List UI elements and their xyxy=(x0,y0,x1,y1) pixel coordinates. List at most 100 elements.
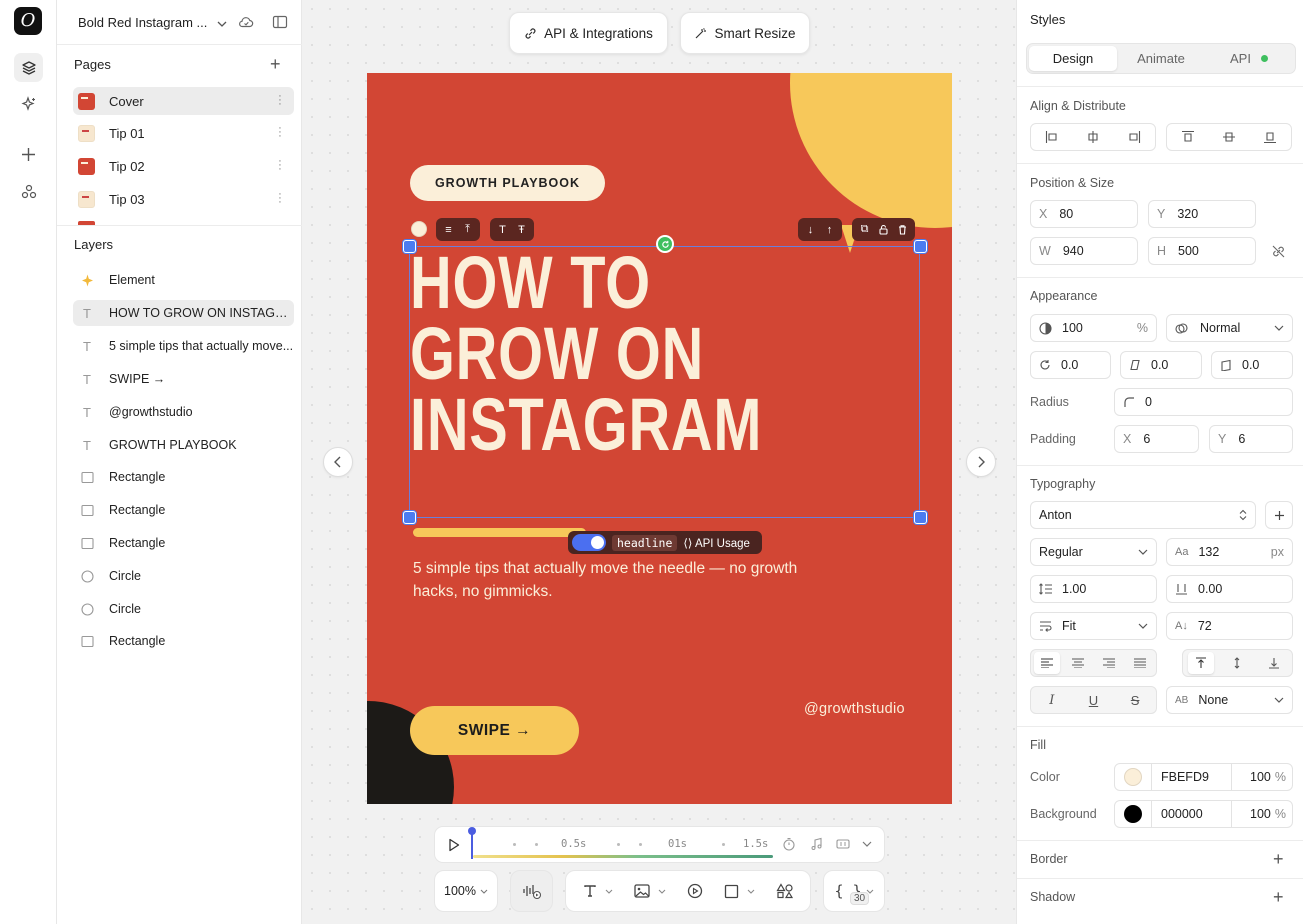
text-align-center-icon[interactable] xyxy=(1065,652,1091,674)
binding-key-chip[interactable]: headline xyxy=(612,534,678,551)
code-button[interactable]: { } 30 xyxy=(823,870,885,912)
unlink-ratio-icon[interactable] xyxy=(1271,244,1286,259)
opacity-field[interactable]: 100% xyxy=(1030,314,1157,342)
resize-handle-br[interactable] xyxy=(914,511,927,524)
layer-item[interactable]: T GROWTH PLAYBOOK xyxy=(73,432,294,458)
layer-item[interactable]: T @growthstudio xyxy=(73,399,294,425)
color-swatch-cell[interactable] xyxy=(1115,764,1152,790)
fill-color-field[interactable]: FBEFD9 100% xyxy=(1114,763,1293,791)
skew-x-field[interactable]: 0.0 xyxy=(1120,351,1202,379)
resize-handle-tr[interactable] xyxy=(914,240,927,253)
text-align-left-icon[interactable] xyxy=(1033,652,1060,674)
height-field[interactable]: H 500 xyxy=(1148,237,1256,265)
cloud-sync-icon[interactable] xyxy=(238,14,254,30)
align-right-icon[interactable] xyxy=(1121,126,1147,148)
text-strike-icon[interactable]: Ŧ xyxy=(515,223,528,236)
more-vertical-icon[interactable]: · · · xyxy=(278,91,282,110)
text-align-justify-icon[interactable] xyxy=(1127,652,1153,674)
sidebar-toggle-icon[interactable] xyxy=(272,14,288,30)
audio-button[interactable] xyxy=(510,870,553,912)
layers-icon[interactable] xyxy=(14,53,43,82)
skew-y-field[interactable]: 0.0 xyxy=(1211,351,1293,379)
trash-icon[interactable] xyxy=(896,223,909,236)
zoom-control[interactable]: 100% xyxy=(434,870,498,912)
color-opacity[interactable]: 100% xyxy=(1231,764,1292,790)
timeline[interactable]: 0.5s 01s 1.5s xyxy=(434,826,885,863)
resize-handle-bl[interactable] xyxy=(403,511,416,524)
y-field[interactable]: Y 320 xyxy=(1148,200,1256,228)
layer-item[interactable]: Circle xyxy=(73,563,294,589)
text-icon[interactable]: T xyxy=(496,223,509,236)
duplicate-icon[interactable]: ⧉ xyxy=(858,223,871,236)
layer-item[interactable]: T HOW TO GROW ON INSTAGRAM xyxy=(73,300,294,326)
underline-icon[interactable]: U xyxy=(1080,689,1106,711)
layer-item[interactable]: Rectangle xyxy=(73,464,294,490)
padding-y-field[interactable]: Y6 xyxy=(1209,425,1293,453)
align-left-icon[interactable] xyxy=(1039,126,1065,148)
yellow-circle[interactable] xyxy=(790,73,952,228)
vertical-align-middle-icon[interactable] xyxy=(1224,652,1250,674)
text-align-right-icon[interactable] xyxy=(1096,652,1122,674)
font-weight-select[interactable]: Regular xyxy=(1030,538,1157,566)
layer-item[interactable]: T 5 simple tips that actually move... xyxy=(73,333,294,359)
layer-item[interactable]: Circle xyxy=(73,596,294,622)
font-size-field[interactable]: Aa 132 px xyxy=(1166,538,1293,566)
page-item-tip-03[interactable]: Tip 03 · · · xyxy=(73,185,294,213)
text-fit-select[interactable]: Fit xyxy=(1030,612,1157,640)
page-item-tip-01[interactable]: Tip 01 · · · xyxy=(73,119,294,147)
selection-box[interactable] xyxy=(409,246,920,518)
align-bottom-icon[interactable] xyxy=(1257,126,1283,148)
app-logo[interactable]: O xyxy=(14,7,42,35)
padding-x-field[interactable]: X6 xyxy=(1114,425,1199,453)
background-color-field[interactable]: 000000 100% xyxy=(1114,800,1293,828)
resize-handle-tl[interactable] xyxy=(403,240,416,253)
width-field[interactable]: W 940 xyxy=(1030,237,1138,265)
align-center-h-icon[interactable] xyxy=(1080,126,1106,148)
color-opacity[interactable]: 100% xyxy=(1231,801,1292,827)
arrow-up-icon[interactable]: ↑ xyxy=(823,223,836,236)
sparkle-icon[interactable] xyxy=(14,89,43,118)
lock-icon[interactable] xyxy=(877,223,890,236)
video-play-icon[interactable] xyxy=(687,883,703,899)
page-item-tip-02[interactable]: Tip 02 · · · xyxy=(73,152,294,180)
next-page-button[interactable] xyxy=(966,447,996,477)
tab-api[interactable]: API xyxy=(1205,46,1293,71)
x-field[interactable]: X 80 xyxy=(1030,200,1138,228)
color-swatch-cell[interactable] xyxy=(1115,801,1152,827)
tab-design[interactable]: Design xyxy=(1029,46,1117,71)
rotate-handle-icon[interactable] xyxy=(656,235,674,253)
more-vertical-icon[interactable]: · · · xyxy=(278,156,282,175)
add-font-button[interactable] xyxy=(1265,501,1293,529)
font-family-select[interactable]: Anton xyxy=(1030,501,1256,529)
page-item-cover[interactable]: Cover · · · xyxy=(73,87,294,115)
line-height-field[interactable]: 1.00 xyxy=(1030,575,1157,603)
text-case-select[interactable]: AB None xyxy=(1166,686,1293,714)
handle-text[interactable]: @growthstudio xyxy=(804,701,905,717)
layer-item[interactable]: Rectangle xyxy=(73,497,294,523)
strikethrough-icon[interactable]: S xyxy=(1122,689,1148,711)
rotation-field[interactable]: 0.0 xyxy=(1030,351,1111,379)
api-integrations-button[interactable]: API & Integrations xyxy=(509,12,668,54)
italic-icon[interactable]: I xyxy=(1039,689,1065,711)
timer-icon[interactable] xyxy=(782,837,796,851)
growth-playbook-pill[interactable]: GROWTH PLAYBOOK xyxy=(410,165,605,201)
align-top-icon[interactable]: ⤒ xyxy=(461,223,474,236)
accent-bar[interactable] xyxy=(413,528,586,537)
add-border-icon[interactable]: + xyxy=(1273,850,1284,868)
image-tool[interactable] xyxy=(633,884,666,898)
music-icon[interactable] xyxy=(810,837,824,851)
layer-item[interactable]: Rectangle xyxy=(73,530,294,556)
letter-spacing-field[interactable]: 0.00 xyxy=(1166,575,1293,603)
more-vertical-icon[interactable]: · · · xyxy=(278,189,282,208)
components-icon[interactable] xyxy=(14,177,43,206)
swipe-button[interactable]: SWIPE → xyxy=(410,706,579,755)
smart-resize-button[interactable]: Smart Resize xyxy=(680,12,810,54)
radius-field[interactable]: 0 xyxy=(1114,388,1293,416)
add-page-icon[interactable]: + xyxy=(270,55,281,73)
prev-page-button[interactable] xyxy=(323,447,353,477)
tab-animate[interactable]: Animate xyxy=(1117,46,1205,71)
vertical-align-bottom-icon[interactable] xyxy=(1261,652,1287,674)
more-vertical-icon[interactable]: · · · xyxy=(278,123,282,142)
chevron-down-icon[interactable] xyxy=(862,841,872,847)
align-center-v-icon[interactable] xyxy=(1216,126,1242,148)
